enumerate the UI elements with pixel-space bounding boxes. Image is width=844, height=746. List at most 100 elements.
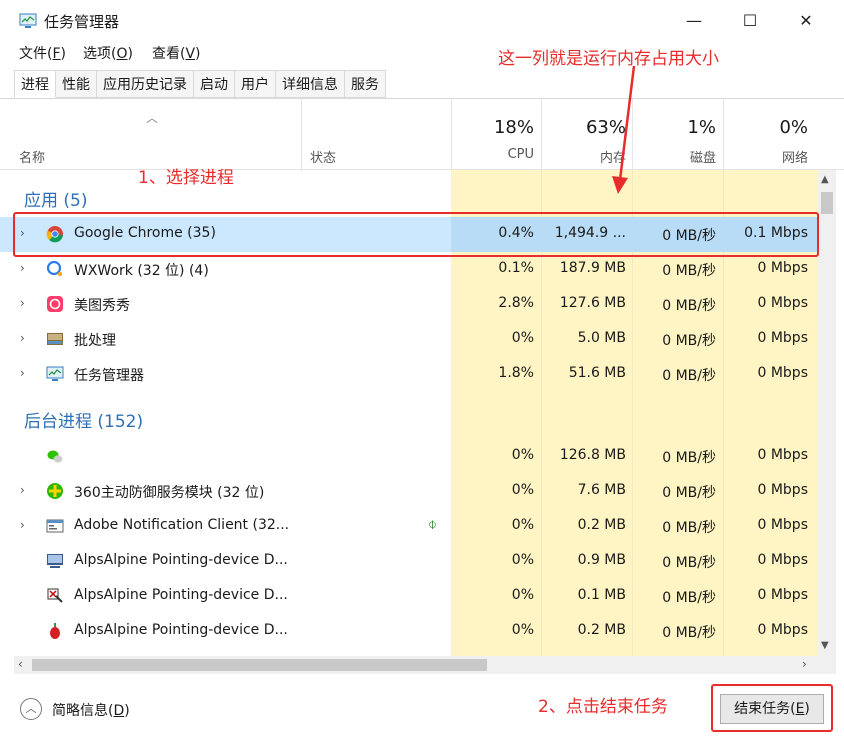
table-row[interactable]: AlpsAlpine Pointing-device D... 0% 0.1 M…	[0, 579, 818, 614]
alps-icon	[50, 623, 60, 639]
table-row[interactable]: AlpsAlpine Pointing-device D... 0% 0.2 M…	[0, 614, 818, 649]
column-header: ︿ 名称 状态 18% CPU 63% 内存 1% 磁盘 0% 网络	[0, 98, 844, 171]
cpu-value: 0%	[511, 552, 534, 568]
expand-icon[interactable]: ›	[20, 261, 25, 275]
tab-services[interactable]: 服务	[345, 70, 386, 98]
step2-annotation: 2、点击结束任务	[538, 697, 668, 717]
expand-icon[interactable]: ›	[20, 296, 25, 310]
memory-value: 5.0 MB	[577, 330, 626, 346]
title-bar: 任务管理器 — ☐ ✕	[0, 0, 844, 40]
memory-value: 0.2 MB	[577, 622, 626, 638]
maximize-button[interactable]: ☐	[728, 8, 772, 34]
menu-view[interactable]: 查看(V)	[152, 43, 201, 63]
cpu-value: 0%	[511, 622, 534, 638]
table-row[interactable]: › 任务管理器 1.8% 51.6 MB 0 MB/秒 0 Mbps	[0, 357, 818, 392]
scroll-down-icon[interactable]: ▼	[821, 640, 829, 651]
table-row[interactable]: › 360主动防御服务模块 (32 位) 0% 7.6 MB 0 MB/秒 0 …	[0, 474, 818, 509]
memory-value: 187.9 MB	[559, 260, 626, 276]
memory-value: 51.6 MB	[568, 365, 626, 381]
memory-value: 0.2 MB	[577, 517, 626, 533]
selected-row-highlight	[13, 212, 819, 257]
fewer-details-link[interactable]: 简略信息(D)	[52, 700, 130, 720]
task-manager-icon	[19, 13, 37, 28]
memory-value: 0.9 MB	[577, 552, 626, 568]
close-button[interactable]: ✕	[784, 8, 828, 34]
scroll-right-icon[interactable]: ›	[802, 657, 807, 671]
network-value: 0 Mbps	[757, 552, 808, 568]
tab-performance[interactable]: 性能	[56, 70, 97, 98]
column-status[interactable]: 状态	[310, 147, 336, 166]
column-name[interactable]: 名称	[19, 147, 45, 166]
network-value: 0 Mbps	[757, 330, 808, 346]
table-row[interactable]: 0% 126.8 MB 0 MB/秒 0 Mbps	[0, 439, 818, 474]
cpu-value: 0%	[511, 447, 534, 463]
expand-icon[interactable]: ›	[20, 518, 25, 532]
expand-icon[interactable]: ›	[20, 483, 25, 497]
process-name: AlpsAlpine Pointing-device D...	[74, 622, 288, 638]
memory-value: 7.6 MB	[577, 482, 626, 498]
table-row[interactable]: › WXWork (32 位) (4) 0.1% 187.9 MB 0 MB/秒…	[0, 252, 818, 287]
table-row[interactable]: AlpsAlpine Pointing-device D... 0% 0.9 M…	[0, 544, 818, 579]
disk-total: 1%	[687, 117, 716, 138]
scroll-up-icon[interactable]: ▲	[821, 174, 829, 185]
efficiency-mode-icon: ⌽	[428, 515, 438, 533]
disk-value: 0 MB/秒	[662, 368, 716, 384]
step1-annotation: 1、选择进程	[138, 168, 234, 188]
annotation-arrow	[612, 65, 636, 194]
menu-options[interactable]: 选项(O)	[83, 43, 133, 63]
tab-users[interactable]: 用户	[235, 70, 276, 98]
network-total: 0%	[779, 117, 808, 138]
cpu-value: 2.8%	[498, 295, 534, 311]
network-value: 0 Mbps	[757, 260, 808, 276]
adobe-icon	[46, 519, 64, 533]
horizontal-scroll-thumb[interactable]	[32, 659, 487, 671]
end-task-highlight	[711, 684, 833, 732]
alps-icon	[47, 554, 63, 568]
tab-strip: 进程 性能 应用历史记录 启动 用户 详细信息 服务	[14, 70, 386, 98]
memory-value: 127.6 MB	[559, 295, 626, 311]
process-name: 美图秀秀	[74, 298, 130, 314]
minimize-button[interactable]: —	[672, 8, 716, 34]
table-row[interactable]: › 美图秀秀 2.8% 127.6 MB 0 MB/秒 0 Mbps	[0, 287, 818, 322]
process-name: WXWork (32 位) (4)	[74, 263, 209, 279]
wechat-icon	[47, 450, 63, 463]
disk-value: 0 MB/秒	[662, 485, 716, 501]
process-name: 任务管理器	[74, 368, 144, 384]
window-title: 任务管理器	[44, 13, 120, 31]
column-network[interactable]: 网络	[726, 147, 808, 166]
network-value: 0 Mbps	[757, 587, 808, 603]
cpu-value: 0%	[511, 587, 534, 603]
column-separator	[301, 99, 302, 171]
chevron-up-icon[interactable]: ︿	[20, 698, 42, 720]
vertical-scroll-thumb[interactable]	[821, 192, 833, 214]
alps-icon	[47, 588, 63, 603]
expand-icon[interactable]: ›	[20, 331, 25, 345]
expand-icon[interactable]: ›	[20, 366, 25, 380]
sort-up-icon: ︿	[146, 111, 159, 125]
tab-processes[interactable]: 进程	[14, 70, 56, 98]
disk-value: 0 MB/秒	[662, 590, 716, 606]
tab-startup[interactable]: 启动	[194, 70, 235, 98]
column-disk[interactable]: 磁盘	[636, 147, 716, 166]
horizontal-scrollbar[interactable]: ‹ ›	[14, 656, 836, 674]
scroll-left-icon[interactable]: ‹	[18, 657, 23, 671]
process-name: 360主动防御服务模块 (32 位)	[74, 485, 265, 501]
cpu-total: 18%	[493, 117, 534, 138]
memory-value: 126.8 MB	[559, 447, 626, 463]
cpu-value: 0.1%	[498, 260, 534, 276]
table-row[interactable]: › 批处理 0% 5.0 MB 0 MB/秒 0 Mbps	[0, 322, 818, 357]
group-apps: 应用 (5)	[24, 191, 88, 211]
disk-value: 0 MB/秒	[662, 263, 716, 279]
cpu-value: 0%	[511, 482, 534, 498]
tab-app-history[interactable]: 应用历史记录	[97, 70, 194, 98]
disk-value: 0 MB/秒	[662, 625, 716, 641]
taskmgr-icon	[46, 366, 64, 381]
menu-file[interactable]: 文件(F)	[19, 43, 66, 63]
tab-details[interactable]: 详细信息	[276, 70, 345, 98]
column-separator	[451, 99, 452, 171]
table-row[interactable]: › Adobe Notification Client (32... ⌽ 0% …	[0, 509, 818, 544]
column-cpu[interactable]: CPU	[456, 147, 534, 162]
meitu-icon	[47, 296, 63, 312]
vertical-scrollbar[interactable]: ▲ ▼	[818, 170, 836, 656]
disk-value: 0 MB/秒	[662, 520, 716, 536]
